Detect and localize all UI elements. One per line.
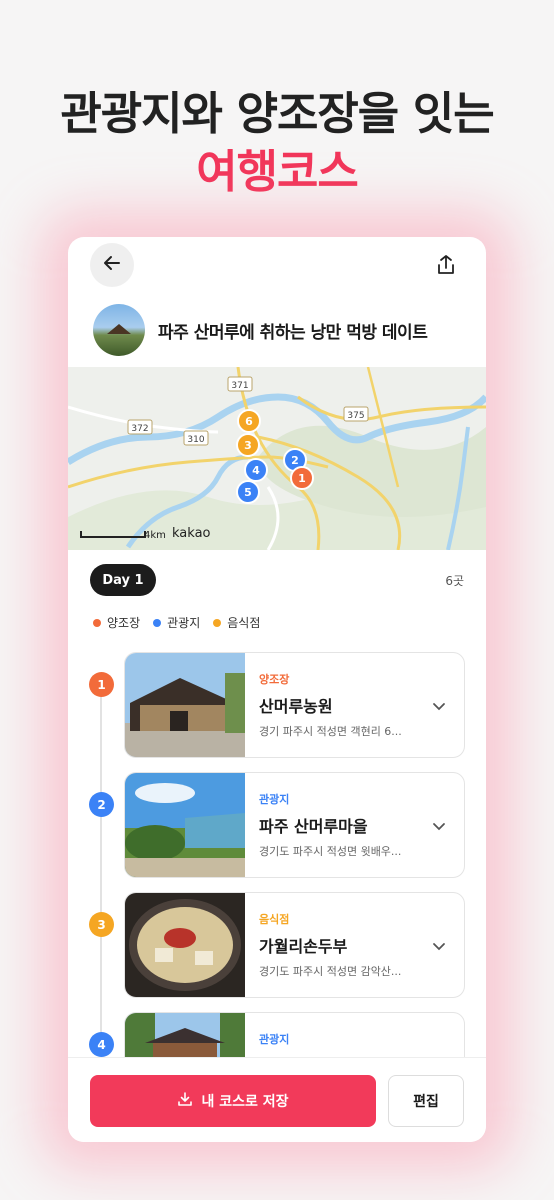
svg-text:6: 6 — [245, 415, 253, 428]
stop-name: 가월리손두부 — [259, 937, 348, 956]
legend-attraction: 관광지 — [153, 614, 200, 631]
stop-card[interactable]: 양조장 산머루농원 경기 파주시 적성면 객현리 6... — [124, 652, 465, 758]
map-provider-logo: kakao — [172, 526, 211, 541]
stop-name: 파주 산머루마을 — [259, 817, 368, 836]
road-label-375: 375 — [347, 411, 364, 421]
stop-photo — [125, 653, 245, 757]
stop-address: 경기도 파주시 적성면 감악산... — [259, 965, 402, 978]
back-arrow-icon — [102, 253, 122, 277]
stop-photo — [125, 773, 245, 877]
stop-name: 산머루농원 — [259, 697, 333, 716]
map-scale-label: 4km — [144, 530, 166, 541]
chevron-down-icon[interactable] — [432, 937, 446, 956]
save-course-label: 내 코스로 저장 — [201, 1094, 289, 1110]
stop-photo — [125, 893, 245, 997]
stop-number: 2 — [89, 792, 114, 817]
stop-address: 경기 파주시 적성면 객현리 6... — [259, 725, 402, 738]
download-icon — [177, 1091, 193, 1111]
chevron-down-icon[interactable] — [432, 817, 446, 836]
course-title: 파주 산머루에 취하는 낭만 먹방 데이트 — [158, 322, 428, 343]
map-marker-1[interactable]: 1 — [290, 466, 314, 490]
road-label-372: 372 — [131, 424, 148, 434]
map-marker-4[interactable]: 4 — [244, 458, 268, 482]
svg-text:5: 5 — [244, 486, 252, 499]
chevron-down-icon[interactable] — [432, 697, 446, 716]
share-button[interactable] — [428, 249, 464, 285]
svg-text:2: 2 — [291, 454, 299, 467]
stop-category: 음식점 — [259, 913, 290, 926]
share-icon — [436, 254, 456, 280]
map-marker-6[interactable]: 6 — [237, 409, 261, 433]
map-marker-5[interactable]: 5 — [236, 480, 260, 504]
back-button[interactable] — [90, 243, 134, 287]
phone-card: 파주 산머루에 취하는 낭만 먹방 데이트 371 372 310 375 6 … — [68, 237, 486, 1142]
category-legend: 양조장 관광지 음식점 — [93, 614, 260, 631]
headline-accent: 여행코스 — [196, 145, 359, 198]
stop-number: 3 — [89, 912, 114, 937]
route-map[interactable]: 371 372 310 375 6 3 2 4 1 5 4km kakao — [68, 367, 486, 550]
stop-category: 관광지 — [259, 793, 290, 806]
place-count: 6곳 — [445, 574, 464, 588]
edit-button[interactable]: 편집 — [388, 1075, 464, 1127]
stop-card[interactable]: 관광지 파주 산머루마을 경기도 파주시 적성면 윗배우... — [124, 772, 465, 878]
road-label-371: 371 — [231, 381, 248, 391]
legend-brewery: 양조장 — [93, 614, 140, 631]
stop-card[interactable]: 음식점 가월리손두부 경기도 파주시 적성면 감악산... — [124, 892, 465, 998]
course-stop: 1 양조장 산머루농원 경기 파주시 적성면 객현리 6... — [68, 652, 486, 758]
svg-text:1: 1 — [298, 472, 306, 485]
course-stop: 3 음식점 가월리손두부 경기도 파주시 적성면 감악산... — [68, 892, 486, 998]
map-scale-bar — [80, 531, 146, 538]
svg-text:4: 4 — [252, 464, 260, 477]
course-stop: 2 관광지 파주 산머루마을 경기도 파주시 적성면 윗배우... — [68, 772, 486, 878]
map-marker-3[interactable]: 3 — [236, 433, 260, 457]
course-header: 파주 산머루에 취하는 낭만 먹방 데이트 — [93, 303, 466, 357]
legend-restaurant: 음식점 — [213, 614, 260, 631]
day-tab[interactable]: Day 1 — [90, 564, 156, 596]
stop-number: 1 — [89, 672, 114, 697]
stop-category: 양조장 — [259, 673, 290, 686]
headline: 관광지와 양조장을 잇는 — [60, 87, 494, 140]
stop-category: 관광지 — [259, 1033, 290, 1046]
stop-address: 경기도 파주시 적성면 윗배우... — [259, 845, 402, 858]
road-label-310: 310 — [187, 435, 204, 445]
bottom-action-bar: 내 코스로 저장 편집 — [68, 1057, 486, 1142]
stop-number: 4 — [89, 1032, 114, 1057]
course-thumbnail — [93, 304, 145, 356]
save-course-button[interactable]: 내 코스로 저장 — [90, 1075, 376, 1127]
svg-text:3: 3 — [244, 439, 252, 452]
